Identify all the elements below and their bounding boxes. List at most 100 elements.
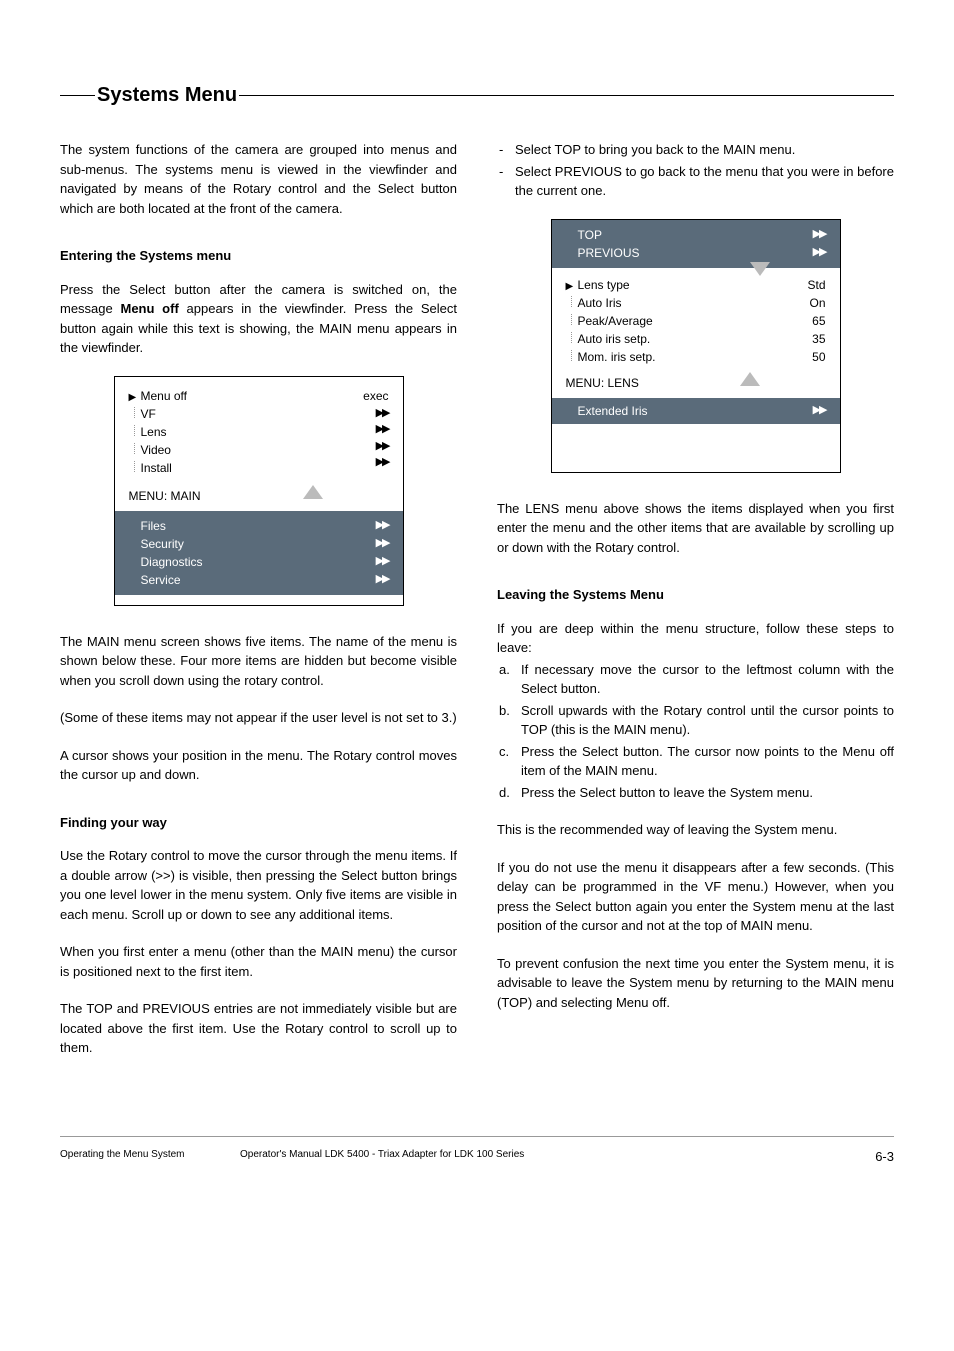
cursor-placeholder <box>566 330 578 348</box>
list-item: c. Press the Select button. The cursor n… <box>497 742 894 781</box>
double-arrow-icon: ▶▶ <box>349 421 389 438</box>
bold-text: Menu off <box>121 301 179 316</box>
heading-finding: Finding your way <box>60 813 457 833</box>
menu-value: 50 <box>796 348 826 366</box>
menu-item: Peak/Average <box>578 312 653 330</box>
double-arrow-icon: ▶▶ <box>813 226 826 244</box>
list-text: Press the Select button to leave the Sys… <box>521 783 894 803</box>
divider-line <box>239 95 894 96</box>
cursor-placeholder <box>566 294 578 312</box>
menu-item: Install <box>141 459 172 477</box>
list-marker: b. <box>497 701 521 740</box>
footer-page-number: 6-3 <box>875 1147 894 1167</box>
dash-list: - Select TOP to bring you back to the MA… <box>497 140 894 201</box>
menu-hidden-item: Security <box>141 535 184 553</box>
menu-indicator: exec <box>349 387 389 405</box>
section-title: Systems Menu <box>95 80 239 110</box>
menu-item: Auto iris setp. <box>578 330 651 348</box>
double-arrow-icon: ▶▶ <box>813 244 826 262</box>
menu-item: Lens type <box>578 276 630 294</box>
menu-hidden-item: Diagnostics <box>141 553 203 571</box>
cursor-placeholder <box>129 441 141 459</box>
cursor-icon <box>129 387 141 405</box>
cursor-placeholder <box>129 405 141 423</box>
menu-title: MENU: MAIN <box>129 487 201 505</box>
cursor-placeholder <box>129 459 141 477</box>
arrow-up-icon <box>740 372 760 386</box>
cursor-placeholder <box>566 312 578 330</box>
heading-entering: Entering the Systems menu <box>60 246 457 266</box>
paragraph: The MAIN menu screen shows five items. T… <box>60 632 457 691</box>
page-footer: Operating the Menu System Operator's Man… <box>60 1136 894 1167</box>
paragraph: If you are deep within the menu structur… <box>497 619 894 658</box>
double-arrow-icon: ▶▶ <box>349 454 389 471</box>
lens-menu-diagram: TOP ▶▶ PREVIOUS ▶▶ Lens type Std Auto Iris O… <box>551 219 841 473</box>
main-menu-diagram: Menu off VF Lens Video Install exec ▶▶ ▶… <box>114 376 404 606</box>
double-arrow-icon: ▶▶ <box>376 517 389 535</box>
menu-title-row: MENU: LENS <box>552 370 840 398</box>
double-arrow-icon: ▶▶ <box>376 553 389 571</box>
paragraph: The TOP and PREVIOUS entries are not imm… <box>60 999 457 1058</box>
arrow-up-icon <box>303 485 323 499</box>
footer-section: Operating the Menu System <box>60 1147 240 1167</box>
right-column: - Select TOP to bring you back to the MA… <box>497 140 894 1076</box>
heading-leaving: Leaving the Systems Menu <box>497 585 894 605</box>
list-text: Press the Select button. The cursor now … <box>521 742 894 781</box>
footer-document-title: Operator's Manual LDK 5400 - Triax Adapt… <box>240 1147 875 1167</box>
menu-item: Menu off <box>141 387 187 405</box>
dash-marker: - <box>497 140 515 160</box>
left-column: The system functions of the camera are g… <box>60 140 457 1076</box>
paragraph: To prevent confusion the next time you e… <box>497 954 894 1013</box>
paragraph: Press the Select button after the camera… <box>60 280 457 358</box>
menu-extended-area: Extended Iris ▶▶ <box>552 398 840 424</box>
double-arrow-icon: ▶▶ <box>349 438 389 455</box>
menu-item: Auto Iris <box>578 294 622 312</box>
list-text: Scroll upwards with the Rotary control u… <box>521 701 894 740</box>
double-arrow-icon: ▶▶ <box>376 571 389 589</box>
list-item: b. Scroll upwards with the Rotary contro… <box>497 701 894 740</box>
paragraph: (Some of these items may not appear if t… <box>60 708 457 728</box>
cursor-icon <box>566 276 578 294</box>
paragraph: The LENS menu above shows the items disp… <box>497 499 894 558</box>
paragraph: When you first enter a menu (other than … <box>60 942 457 981</box>
list-text: Select TOP to bring you back to the MAIN… <box>515 140 894 160</box>
menu-extended-item: Extended Iris <box>578 402 648 420</box>
divider-line <box>60 95 95 96</box>
menu-hidden-item: Files <box>141 517 166 535</box>
paragraph: If you do not use the menu it disappears… <box>497 858 894 936</box>
list-item: - Select TOP to bring you back to the MA… <box>497 140 894 160</box>
menu-item: Video <box>141 441 171 459</box>
paragraph: Use the Rotary control to move the curso… <box>60 846 457 924</box>
double-arrow-icon: ▶▶ <box>349 405 389 422</box>
cursor-placeholder <box>566 348 578 366</box>
arrow-down-icon <box>750 262 770 276</box>
double-arrow-icon: ▶▶ <box>813 402 826 420</box>
menu-previous: PREVIOUS <box>578 244 640 262</box>
dash-marker: - <box>497 162 515 201</box>
list-marker: d. <box>497 783 521 803</box>
ordered-list: a. If necessary move the cursor to the l… <box>497 660 894 803</box>
intro-paragraph: The system functions of the camera are g… <box>60 140 457 218</box>
menu-value: Std <box>796 276 826 294</box>
menu-title: MENU: LENS <box>566 374 639 392</box>
list-marker: a. <box>497 660 521 699</box>
menu-top: TOP <box>578 226 602 244</box>
menu-visible-area: Menu off VF Lens Video Install exec ▶▶ ▶… <box>115 377 403 483</box>
menu-item: Mom. iris setp. <box>578 348 656 366</box>
list-item: d. Press the Select button to leave the … <box>497 783 894 803</box>
paragraph: This is the recommended way of leaving t… <box>497 820 894 840</box>
list-item: a. If necessary move the cursor to the l… <box>497 660 894 699</box>
menu-item: VF <box>141 405 156 423</box>
menu-value: 65 <box>796 312 826 330</box>
menu-empty-area <box>552 424 840 472</box>
list-marker: c. <box>497 742 521 781</box>
menu-value: 35 <box>796 330 826 348</box>
menu-visible-area: Lens typeStd Auto IrisOn Peak/Average65 … <box>552 268 840 370</box>
menu-top-previous: TOP ▶▶ PREVIOUS ▶▶ <box>552 220 840 268</box>
section-header: Systems Menu <box>60 80 894 110</box>
list-text: Select PREVIOUS to go back to the menu t… <box>515 162 894 201</box>
two-column-layout: The system functions of the camera are g… <box>60 140 894 1076</box>
menu-hidden-area: Files▶▶ Security▶▶ Diagnostics▶▶ Service… <box>115 511 403 595</box>
menu-value: On <box>796 294 826 312</box>
double-arrow-icon: ▶▶ <box>376 535 389 553</box>
